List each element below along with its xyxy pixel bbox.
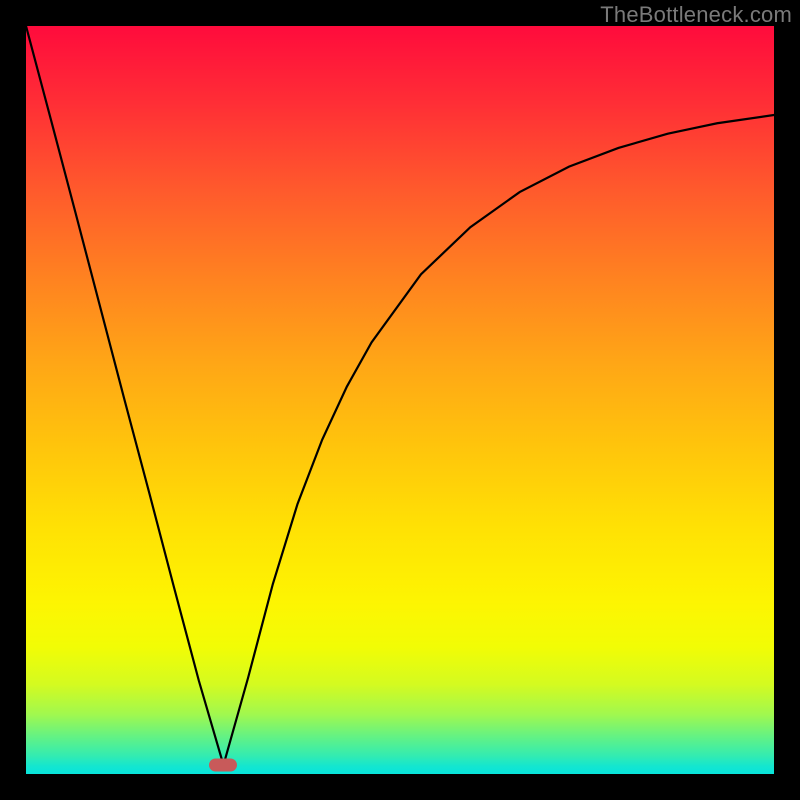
gradient-background (26, 26, 774, 774)
plot-area (26, 26, 774, 774)
chart-frame: TheBottleneck.com (0, 0, 800, 800)
watermark-text: TheBottleneck.com (600, 2, 792, 28)
